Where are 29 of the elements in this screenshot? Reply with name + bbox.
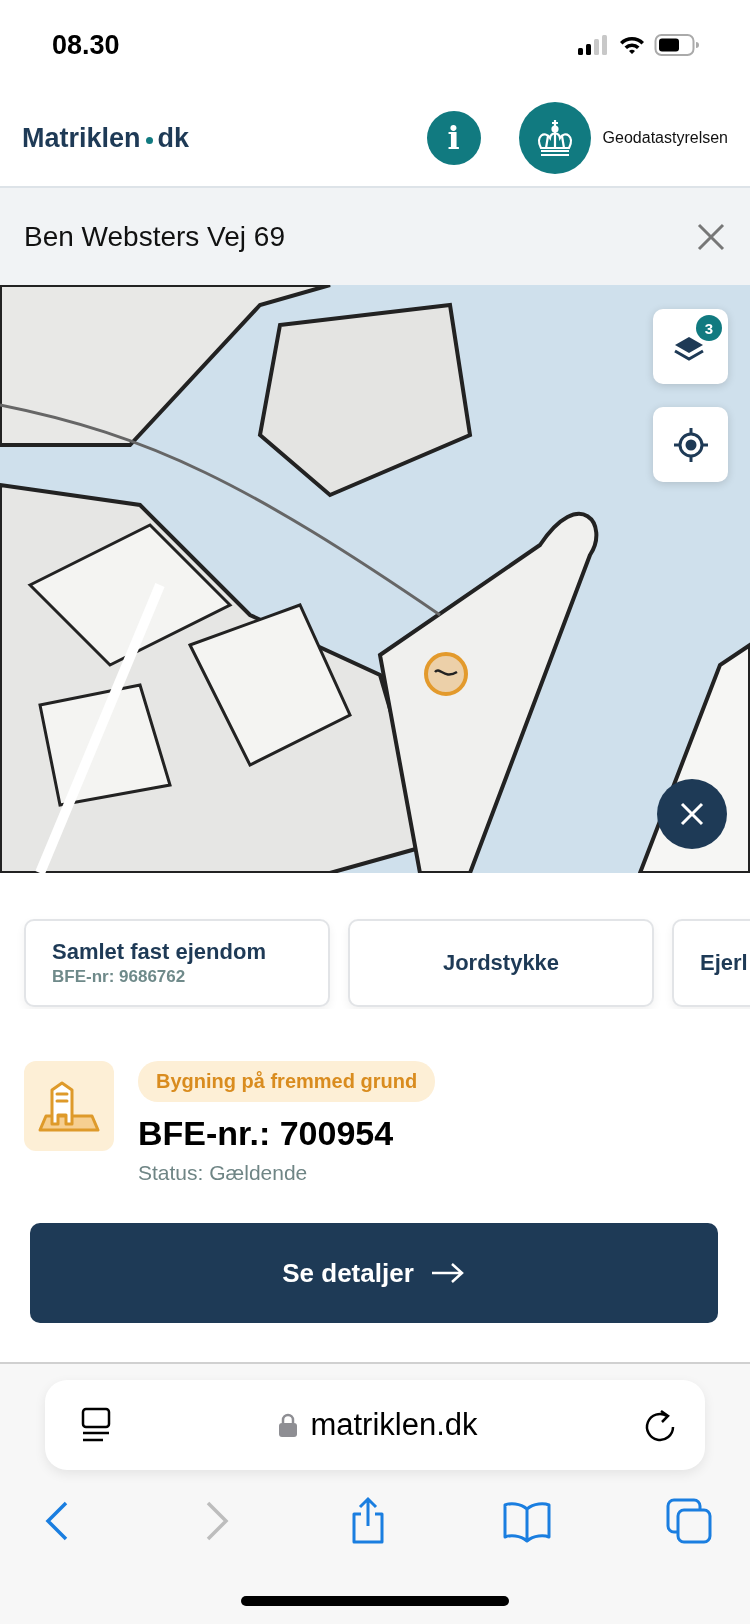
lock-icon [278, 1412, 299, 1438]
category-card[interactable]: Samlet fast ejendom BFE-nr: 9686762 [24, 919, 330, 1007]
crown-logo-icon [518, 102, 591, 174]
property-type-tag: Bygning på fremmed grund [138, 1061, 436, 1102]
tabs-icon[interactable] [666, 1498, 712, 1544]
property-status: Status: Gældende [138, 1161, 308, 1185]
logo[interactable]: Matriklen dk [22, 122, 427, 154]
category-card[interactable]: Jordstykke [348, 919, 654, 1007]
info-button[interactable]: i [426, 111, 481, 165]
agency-name: Geodatastyrelsen [602, 129, 728, 147]
location-marker-icon [423, 651, 469, 697]
category-card[interactable]: Ejerl [672, 919, 750, 1007]
close-icon[interactable] [696, 221, 726, 252]
locate-button[interactable] [653, 407, 728, 482]
signal-icon [576, 34, 610, 56]
url-text: matriklen.dk [310, 1407, 478, 1443]
property-number: BFE-nr.: 700954 [138, 1114, 394, 1153]
arrow-right-icon [429, 1261, 466, 1285]
status-time: 08.30 [52, 29, 120, 61]
layer-count-badge: 3 [696, 315, 722, 341]
bookmarks-icon[interactable] [502, 1499, 552, 1543]
address-field[interactable]: matriklen.dk [45, 1380, 705, 1470]
layers-button[interactable]: 3 [653, 309, 728, 384]
wifi-icon [618, 34, 646, 56]
details-button[interactable]: Se detaljer [30, 1223, 718, 1323]
close-icon [680, 802, 704, 826]
reload-icon[interactable] [643, 1407, 677, 1443]
address-title: Ben Websters Vej 69 [24, 220, 285, 253]
battery-icon [654, 33, 700, 57]
